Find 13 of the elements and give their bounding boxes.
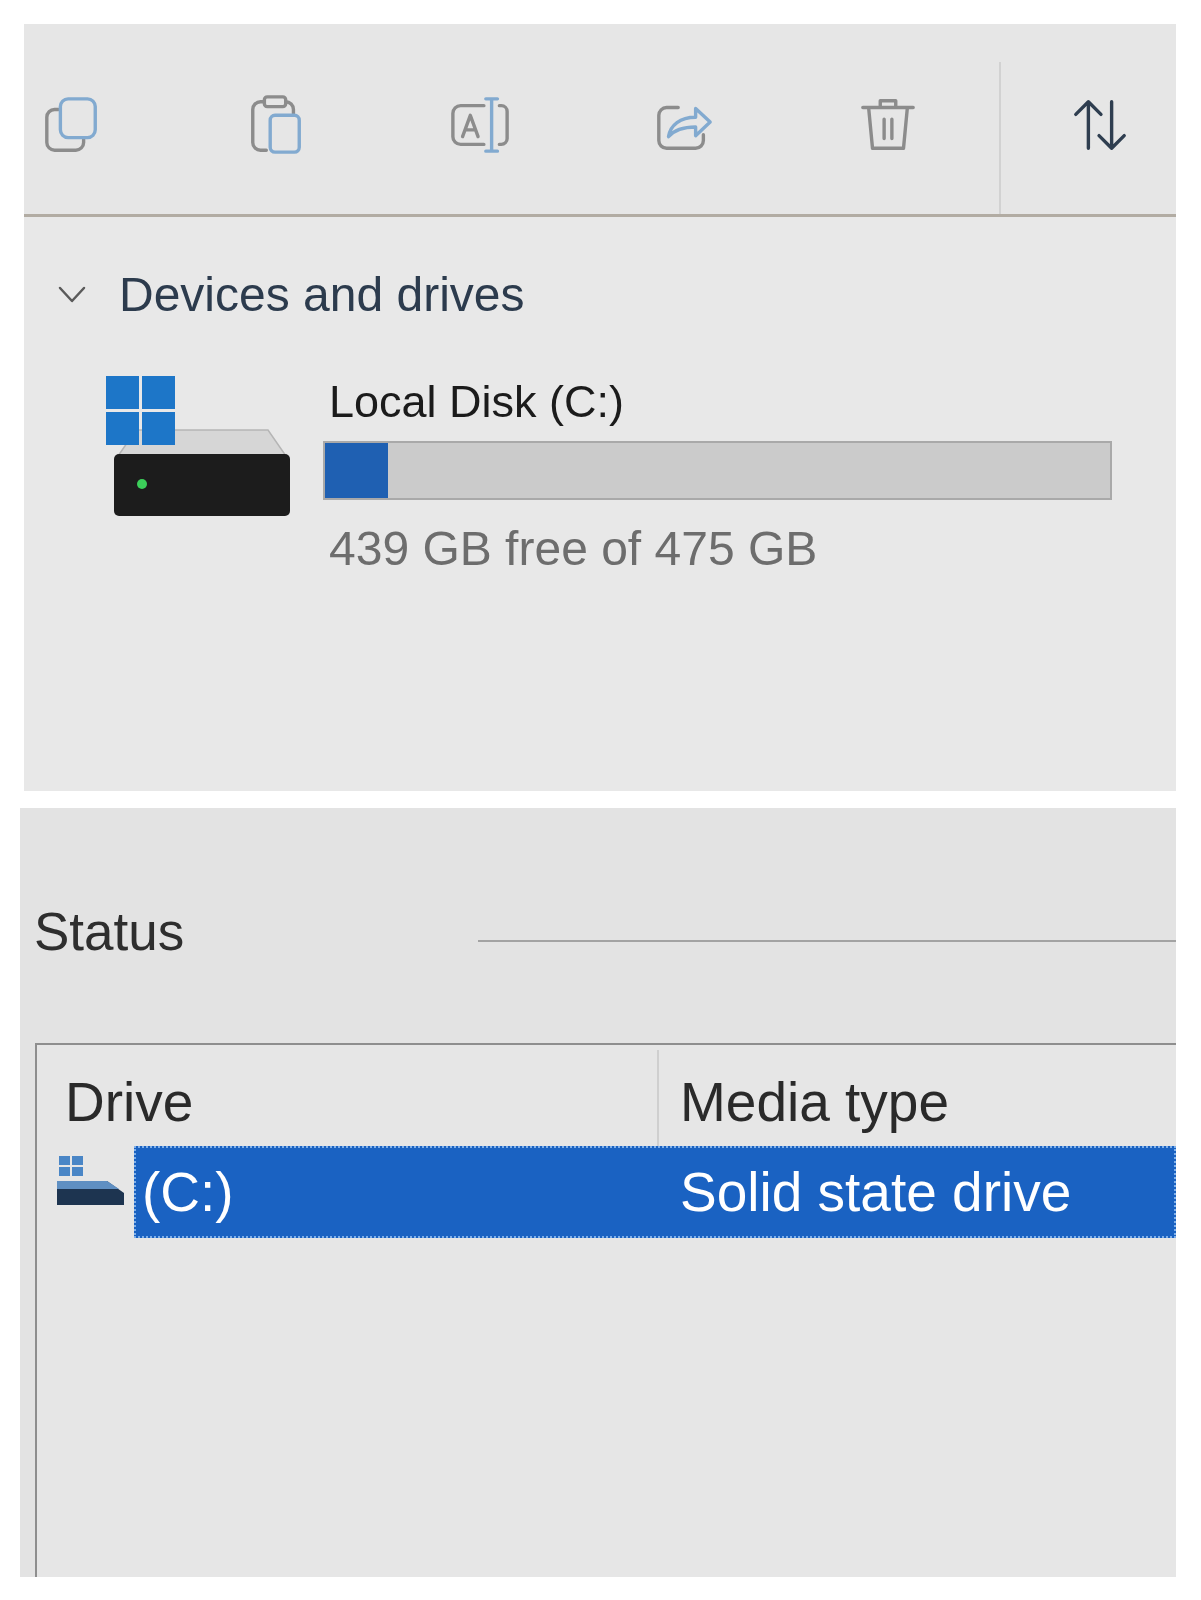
section-heading[interactable]: Devices and drives: [119, 266, 525, 324]
table-cell-text: (C:): [141, 1160, 235, 1224]
column-header[interactable]: Drive: [37, 1045, 657, 1146]
table-row[interactable]: (C:) Solid state drive: [134, 1146, 1176, 1238]
drive-icon[interactable]: [106, 376, 292, 517]
drive-free-space: 439 GB free of 475 GB: [329, 523, 818, 575]
table-cell-text: Solid state drive: [679, 1160, 1072, 1224]
drive-name[interactable]: Local Disk (C:): [329, 376, 625, 428]
status-label: Status: [34, 902, 185, 962]
drive-icon: [57, 1154, 126, 1207]
chevron-down-icon[interactable]: [58, 286, 86, 304]
column-header[interactable]: Media type: [659, 1045, 950, 1146]
rename-icon: [449, 94, 511, 156]
